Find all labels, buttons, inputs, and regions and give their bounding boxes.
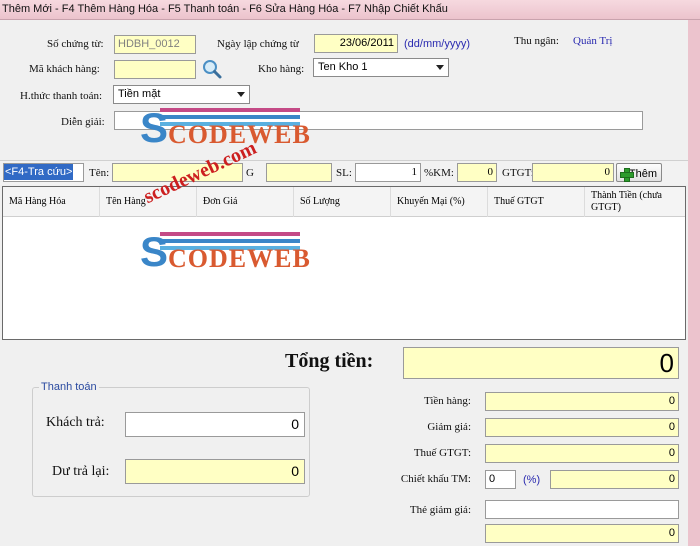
- col-thue-gtgt[interactable]: Thuế GTGT: [488, 187, 585, 217]
- ten-label: Tên:: [89, 167, 110, 179]
- tong-tien-field[interactable]: 0: [403, 347, 679, 379]
- du-tra-lai-field[interactable]: 0: [125, 459, 305, 484]
- khach-tra-field[interactable]: 0: [125, 412, 305, 437]
- plus-icon: [620, 167, 634, 182]
- thu-ngan-value: Quản Trị: [573, 35, 613, 47]
- the-giam-gia-label: Thẻ giảm giá:: [409, 504, 471, 516]
- window-title: Thêm Mới - F4 Thêm Hàng Hóa - F5 Thanh t…: [2, 3, 448, 15]
- thue-gtgt-field[interactable]: 0: [485, 444, 679, 463]
- khach-tra-label: Khách trả:: [46, 415, 105, 430]
- date-format-hint: (dd/mm/yyyy): [404, 38, 470, 50]
- hthuc-select[interactable]: Tiền mặt: [113, 85, 250, 104]
- so-chung-tu-label: Số chứng từ:: [47, 38, 104, 50]
- watermark-logo: S CODEWEB: [140, 104, 310, 154]
- col-khuyen-mai[interactable]: Khuyến Mại (%): [391, 187, 488, 217]
- lookup-field[interactable]: <F4-Tra cứu>: [3, 163, 84, 182]
- col-thanh-tien[interactable]: Thành Tiền (chưa GTGT): [585, 187, 685, 217]
- chevron-down-icon: [436, 65, 444, 70]
- ma-khach-hang-field[interactable]: [114, 60, 196, 79]
- so-chung-tu-field[interactable]: HDBH_0012: [114, 35, 196, 54]
- chiet-khau-unit: (%): [523, 474, 541, 486]
- chevron-down-icon: [237, 92, 245, 97]
- tong-tien-label: Tổng tiền:: [285, 350, 374, 372]
- gtgt-field[interactable]: 0: [532, 163, 614, 182]
- watermark-logo-s-2: S: [140, 228, 169, 275]
- kho-hang-label: Kho hàng:: [258, 63, 305, 75]
- add-item-button[interactable]: Thêm: [616, 163, 662, 182]
- gia-label: G: [246, 167, 254, 179]
- tien-hang-field[interactable]: 0: [485, 392, 679, 411]
- col-so-luong[interactable]: Số Lượng: [294, 187, 391, 217]
- payment-group-title: Thanh toán: [39, 381, 99, 393]
- sl-label: SL:: [336, 167, 352, 179]
- km-label: %KM:: [424, 167, 454, 179]
- sl-field[interactable]: 1: [355, 163, 421, 182]
- hthuc-label: H.thức thanh toán:: [20, 90, 103, 102]
- km-field[interactable]: 0: [457, 163, 497, 182]
- gia-field[interactable]: [266, 163, 332, 182]
- items-grid[interactable]: Mã Hàng Hóa Tên Hàng Đơn Giá Số Lượng Kh…: [2, 186, 686, 340]
- kho-hang-value: Ten Kho 1: [318, 61, 368, 73]
- watermark-logo-s: S: [140, 104, 169, 151]
- thu-ngan-label: Thu ngân:: [514, 35, 559, 47]
- giam-gia-label: Giảm giá:: [427, 421, 471, 433]
- tien-hang-label: Tiền hàng:: [424, 395, 471, 407]
- chiet-khau-label: Chiết khấu TM:: [400, 473, 471, 485]
- dien-giai-label: Diễn giải:: [61, 116, 105, 128]
- window-titlebar: Thêm Mới - F4 Thêm Hàng Hóa - F5 Thanh t…: [0, 0, 700, 20]
- hthuc-value: Tiền mặt: [118, 88, 161, 100]
- ngay-lap-field[interactable]: 23/06/2011: [314, 34, 398, 53]
- grid-header: Mã Hàng Hóa Tên Hàng Đơn Giá Số Lượng Kh…: [3, 187, 685, 217]
- giam-gia-field[interactable]: 0: [485, 418, 679, 437]
- kho-hang-select[interactable]: Ten Kho 1: [313, 58, 449, 77]
- the-giam-gia-amount-field[interactable]: 0: [485, 524, 679, 543]
- thue-gtgt-label: Thuế GTGT:: [413, 447, 471, 459]
- lookup-value: <F4-Tra cứu>: [4, 164, 74, 180]
- watermark-logo-text-2: CODEWEB: [168, 244, 311, 273]
- col-don-gia[interactable]: Đơn Giá: [197, 187, 294, 217]
- chiet-khau-field[interactable]: 0: [550, 470, 679, 489]
- gtgt-label: GTGT:: [502, 167, 534, 179]
- watermark-logo-2: S CODEWEB: [140, 228, 310, 278]
- ngay-lap-label: Ngày lập chứng từ: [217, 38, 299, 50]
- window-right-border: [688, 20, 700, 546]
- the-giam-gia-field[interactable]: [485, 500, 679, 519]
- du-tra-lai-label: Dư trả lại:: [52, 464, 110, 479]
- chiet-khau-pct-field[interactable]: 0: [485, 470, 516, 489]
- magnifier-icon[interactable]: [201, 58, 223, 80]
- col-ma-hang-hoa[interactable]: Mã Hàng Hóa: [3, 187, 100, 217]
- ma-khach-hang-label: Mã khách hàng:: [29, 63, 100, 75]
